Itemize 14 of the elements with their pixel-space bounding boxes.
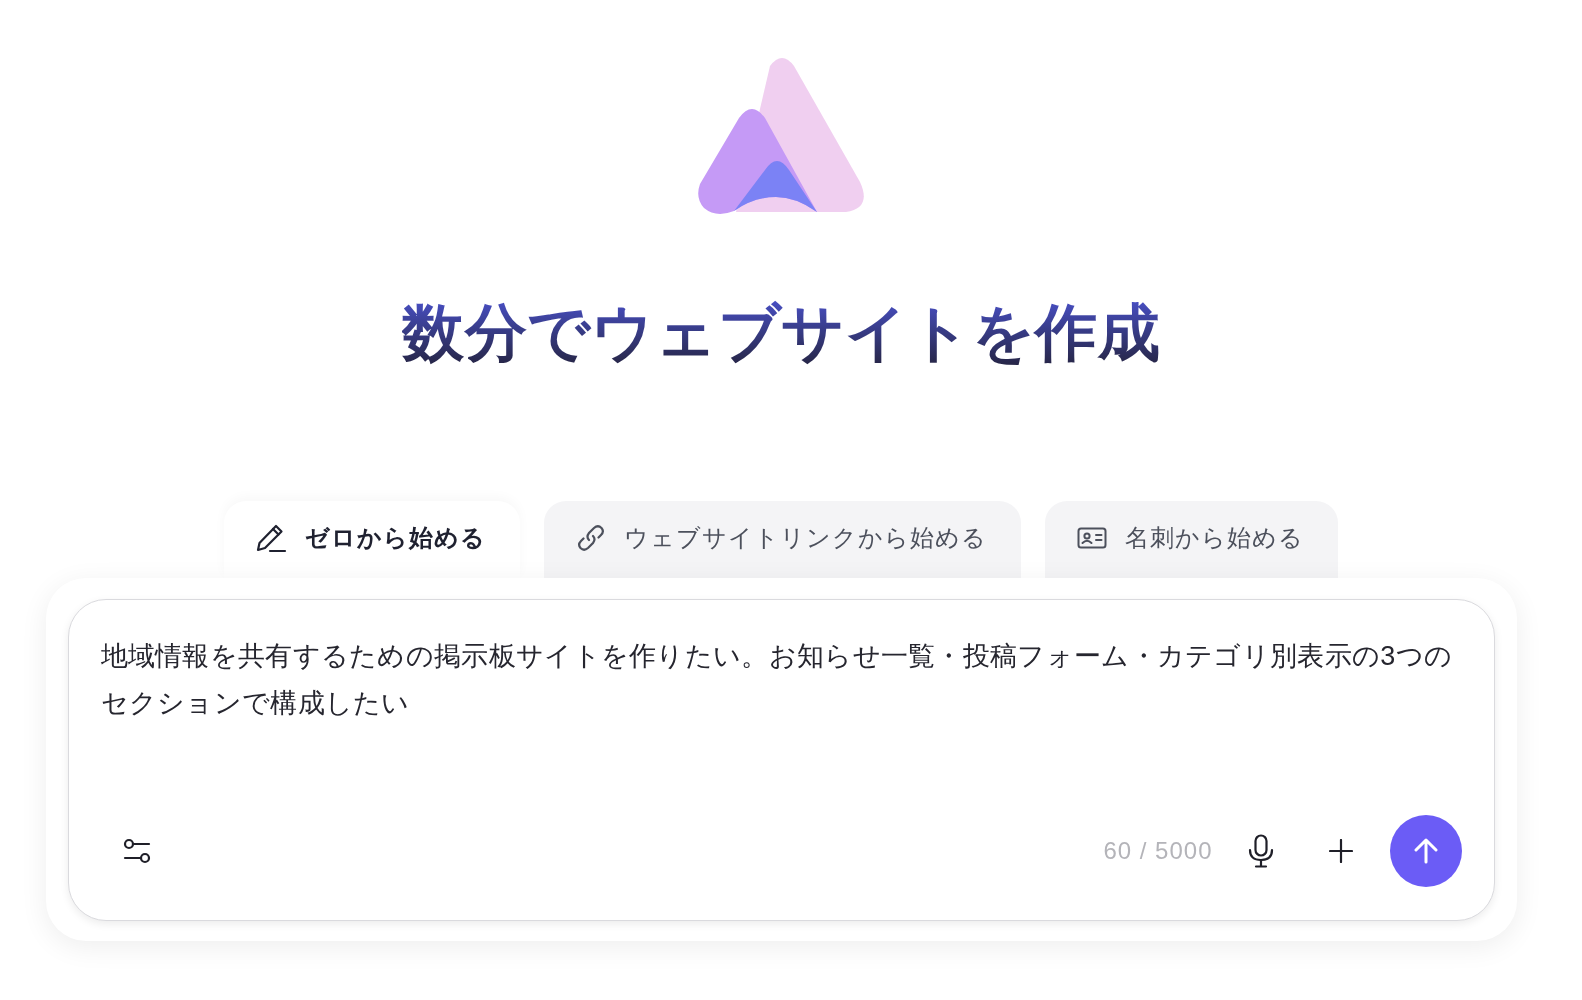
- settings-button[interactable]: [122, 837, 151, 865]
- pencil-icon: [256, 522, 287, 553]
- tab[interactable]: 名刺から始める: [1045, 501, 1338, 578]
- sliders-icon: [122, 838, 151, 864]
- link-icon: [576, 522, 606, 553]
- microphone-icon: [1247, 834, 1274, 868]
- prompt-box[interactable]: 地域情報を共有するための掲示板サイトを作りたい。お知らせ一覧・投稿フォーム・カテゴリ別表示の3つのセクションで構成したい 60 / 5000: [67, 599, 1495, 921]
- tab[interactable]: ウェブサイトリンクから始める: [544, 501, 1021, 578]
- logo-icon: [696, 58, 866, 215]
- character-counter: 60 / 5000: [1103, 836, 1213, 866]
- prompt-field[interactable]: 地域情報を共有するための掲示板サイトを作りたい。お知らせ一覧・投稿フォーム・カテゴリ別表示の3つのセクションで構成したい: [68, 600, 1494, 815]
- arrow-up-icon: [1413, 838, 1438, 864]
- plus-icon: [1328, 839, 1353, 863]
- id-card-icon: [1077, 526, 1107, 549]
